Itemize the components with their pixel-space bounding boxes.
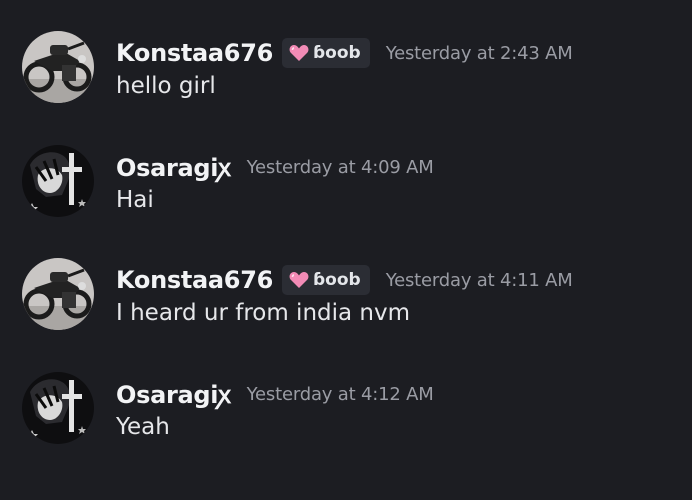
message-item: Konstaa676 ɓoob Yesterday at 2:43 AM hel…	[0, 0, 692, 103]
message-timestamp: Yesterday at 2:43 AM	[385, 42, 573, 64]
message-header: Konstaa676 ɓoob Yesterday at 2:43 AM	[116, 36, 573, 70]
username[interactable]: Osaragiꭗ	[116, 378, 231, 411]
username[interactable]: Osaragiꭗ	[116, 151, 231, 184]
message-timestamp: Yesterday at 4:11 AM	[385, 269, 573, 291]
avatar-konstaa676[interactable]	[22, 31, 94, 103]
message-content: Yeah	[116, 414, 170, 440]
guild-tag-badge[interactable]: ɓoob	[282, 38, 370, 68]
message-item: Osaragiꭗ Yesterday at 4:12 AM Yeah	[0, 341, 692, 444]
message-header: Osaragiꭗ Yesterday at 4:09 AM	[116, 150, 434, 184]
message-timestamp: Yesterday at 4:09 AM	[246, 156, 434, 178]
guild-tag-label: ɓoob	[313, 270, 361, 290]
avatar-konstaa676[interactable]	[22, 258, 94, 330]
chat-message-list: Konstaa676 ɓoob Yesterday at 2:43 AM hel…	[0, 0, 692, 500]
motorcycle-photo-icon	[22, 31, 94, 103]
anime-portrait-icon	[22, 372, 94, 444]
avatar-osaragi[interactable]	[22, 372, 94, 444]
message-header: Osaragiꭗ Yesterday at 4:12 AM	[116, 377, 434, 411]
message-item: Osaragiꭗ Yesterday at 4:09 AM Hai	[0, 114, 692, 217]
anime-portrait-icon	[22, 145, 94, 217]
pink-heart-icon	[289, 272, 309, 288]
message-content: Hai	[116, 187, 154, 213]
message-content: I heard ur from india nvm	[116, 300, 411, 326]
username[interactable]: Konstaa676	[116, 266, 273, 294]
message-header: Konstaa676 ɓoob Yesterday at 4:11 AM	[116, 263, 573, 297]
guild-tag-badge[interactable]: ɓoob	[282, 265, 370, 295]
message-timestamp: Yesterday at 4:12 AM	[246, 383, 434, 405]
message-content: hello girl	[116, 73, 216, 99]
avatar-osaragi[interactable]	[22, 145, 94, 217]
username[interactable]: Konstaa676	[116, 39, 273, 67]
message-item: Konstaa676 ɓoob Yesterday at 4:11 AM I h…	[0, 227, 692, 330]
pink-heart-icon	[289, 45, 309, 61]
motorcycle-photo-icon	[22, 258, 94, 330]
guild-tag-label: ɓoob	[313, 43, 361, 63]
